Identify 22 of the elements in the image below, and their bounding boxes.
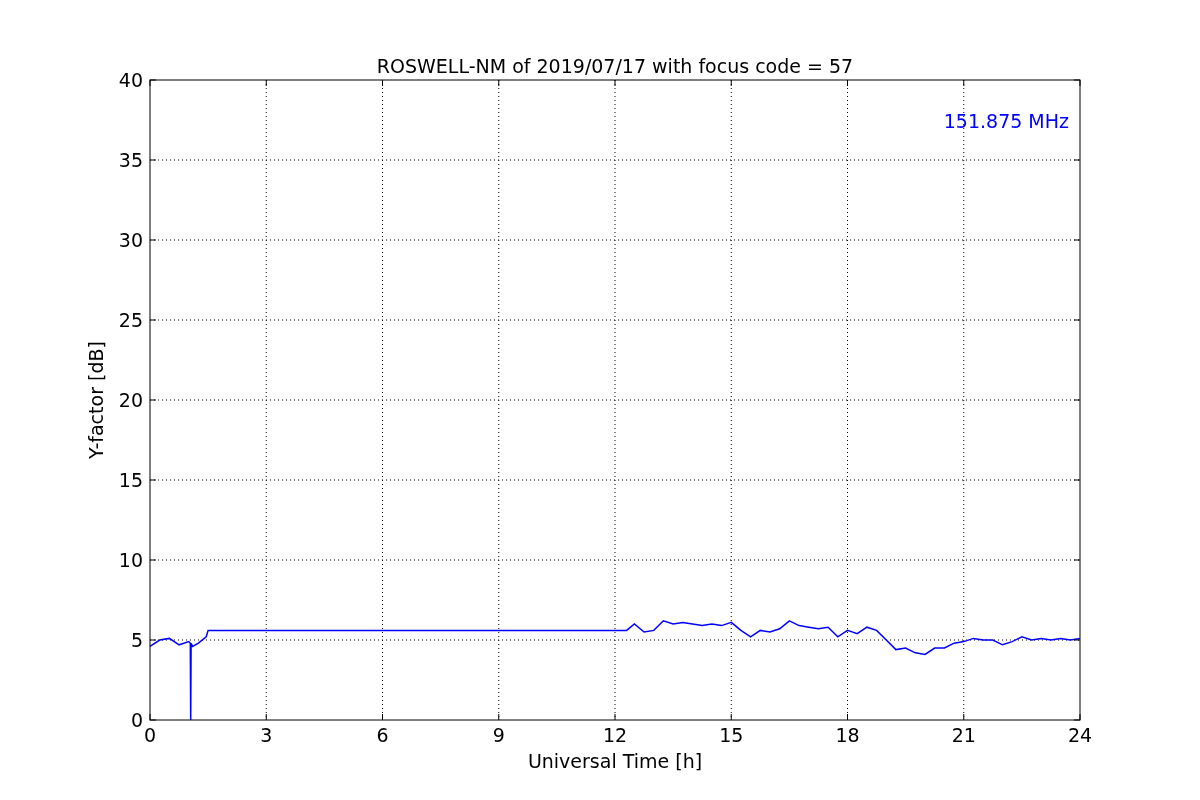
x-tick-label: 18 bbox=[835, 724, 860, 746]
y-tick-label: 25 bbox=[118, 309, 143, 331]
x-tick-label: 6 bbox=[376, 724, 389, 746]
y-tick-label: 0 bbox=[130, 709, 143, 731]
y-tick-label: 10 bbox=[118, 549, 143, 571]
y-tick-label: 15 bbox=[118, 469, 143, 491]
frequency-label: 151.875 MHz bbox=[943, 110, 1069, 132]
y-tick-label: 35 bbox=[118, 149, 143, 171]
y-tick-label: 5 bbox=[130, 629, 143, 651]
y-tick-label: 30 bbox=[118, 229, 143, 251]
y-tick-label: 20 bbox=[118, 389, 143, 411]
x-tick-label: 24 bbox=[1067, 724, 1093, 746]
chart-title: ROSWELL-NM of 2019/07/17 with focus code = 57 bbox=[376, 55, 854, 77]
x-tick-label: 15 bbox=[719, 724, 744, 746]
x-tick-label: 9 bbox=[492, 724, 505, 746]
x-tick-label: 12 bbox=[602, 724, 628, 746]
y-axis-title: Y-factor [dB] bbox=[85, 341, 107, 459]
x-axis-title: Universal Time [h] bbox=[527, 750, 703, 772]
x-tick-label: 3 bbox=[260, 724, 273, 746]
y-tick-label: 40 bbox=[118, 69, 143, 91]
x-tick-label: 0 bbox=[143, 724, 157, 746]
x-tick-label: 21 bbox=[951, 724, 976, 746]
